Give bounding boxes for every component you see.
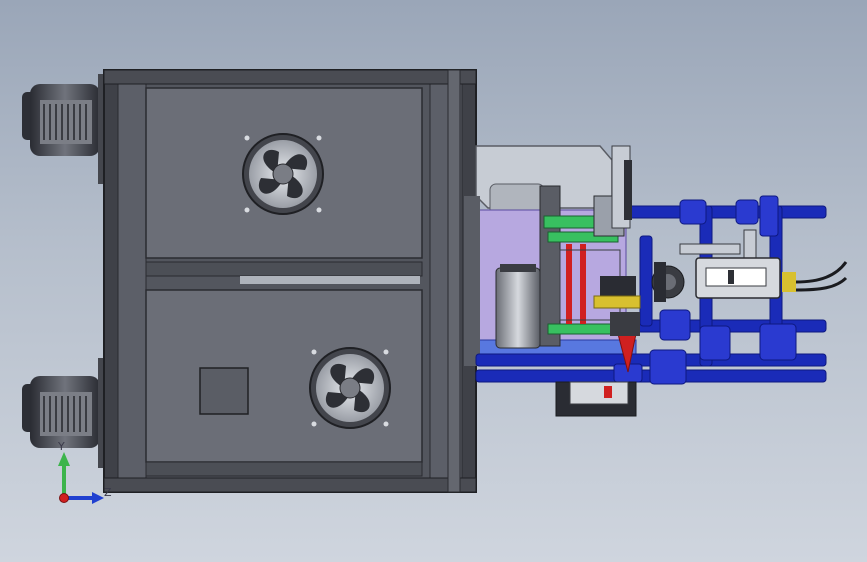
axis-y-label: Y (58, 440, 65, 453)
drive-motor[interactable] (495, 264, 541, 349)
inspection-hatch (199, 367, 249, 415)
lower-control-box[interactable] (555, 381, 637, 417)
axis-z-label: Z (104, 486, 112, 499)
cad-graphics-viewport[interactable]: Y Z (0, 0, 867, 562)
cooling-fan-icon (242, 133, 324, 215)
sensor-head[interactable] (651, 229, 848, 302)
main-cabinet[interactable] (103, 69, 477, 493)
cooling-fan-icon (309, 347, 391, 429)
coordinate-triad-icon (58, 452, 104, 504)
assembly-model[interactable] (0, 0, 867, 562)
